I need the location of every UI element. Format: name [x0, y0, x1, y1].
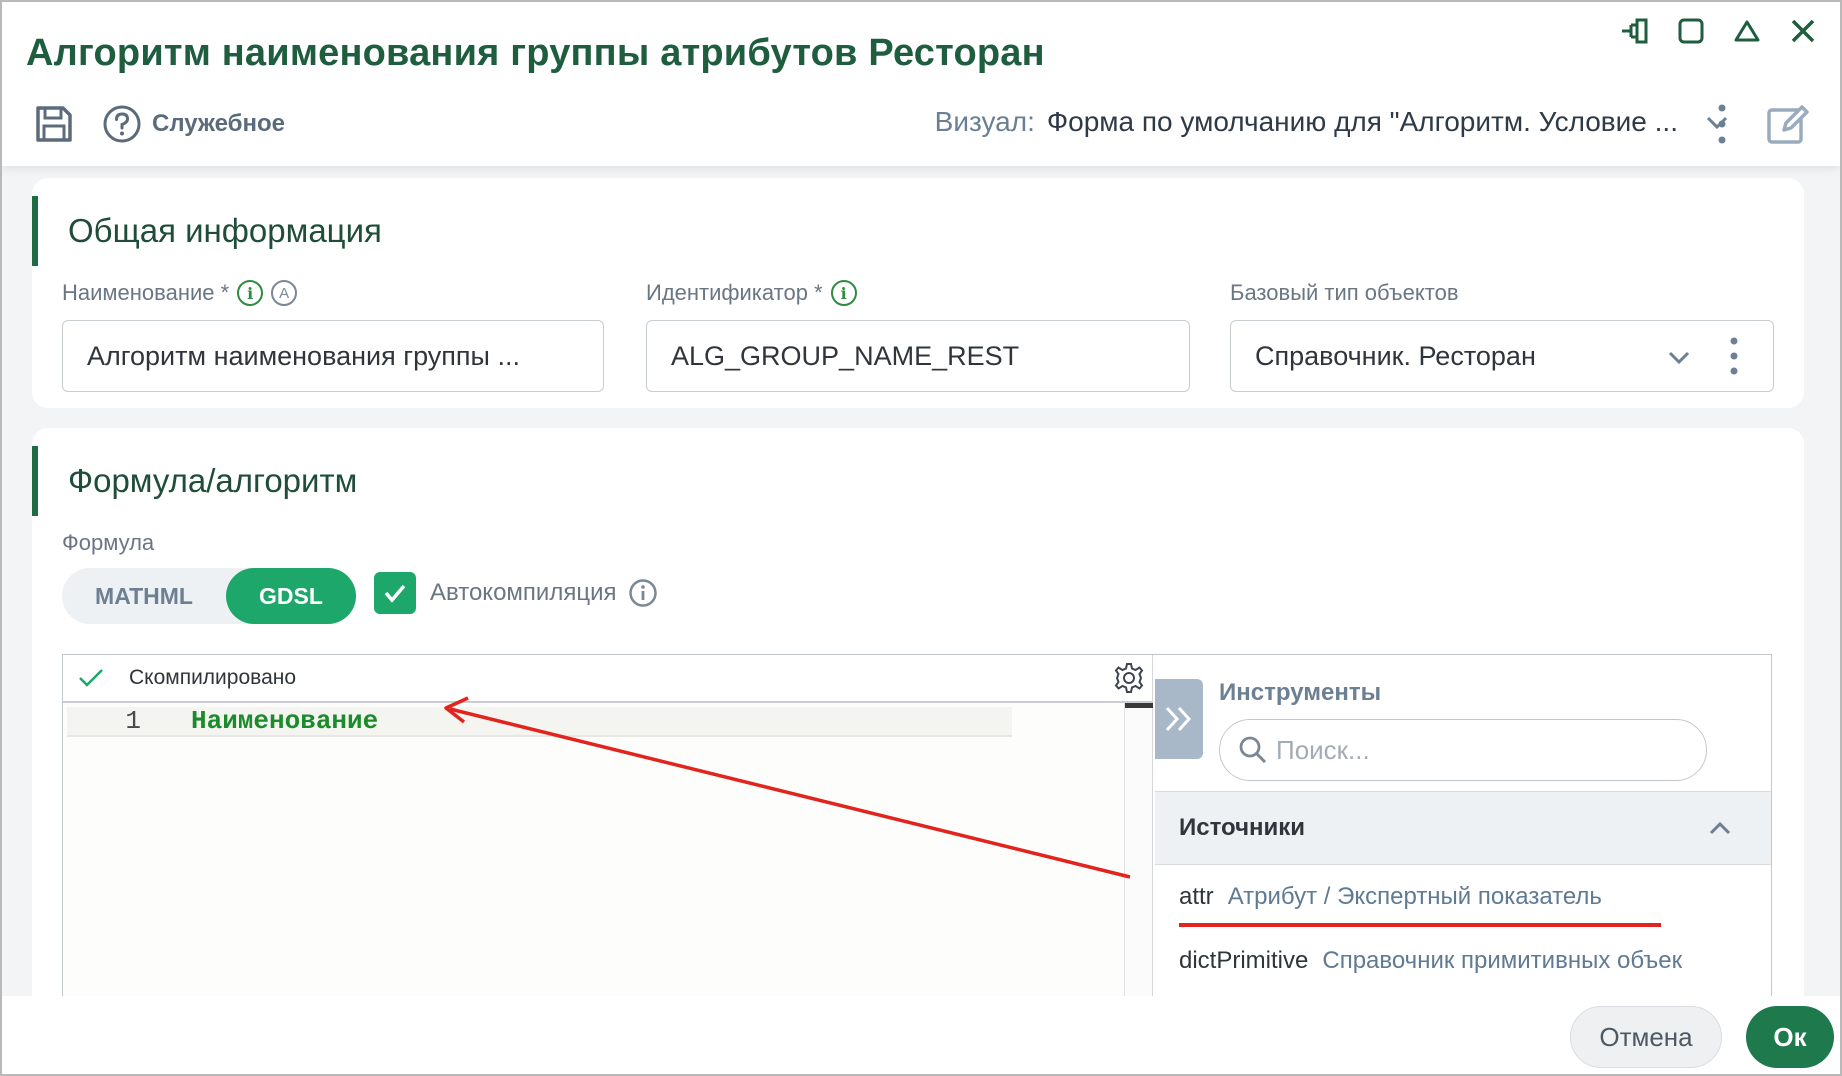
- code-pane: Скомпилировано 1 Наименование: [63, 655, 1153, 1027]
- dialog-body: Общая информация Наименование * i A Алго…: [2, 166, 1840, 1028]
- tools-toggle-button[interactable]: [1155, 679, 1203, 759]
- dock-icon[interactable]: [1618, 14, 1652, 48]
- general-info-card: Общая информация Наименование * i A Алго…: [32, 178, 1804, 408]
- identifier-input[interactable]: ALG_GROUP_NAME_REST: [646, 320, 1190, 392]
- more-options-icon[interactable]: [1712, 102, 1732, 146]
- collapse-icon[interactable]: [1730, 14, 1764, 48]
- edit-form-icon[interactable]: [1764, 100, 1812, 148]
- tools-panel: Инструменты Поиск... Источники attr Атри…: [1155, 655, 1771, 1027]
- double-chevron-right-icon: [1165, 706, 1192, 732]
- service-button[interactable]: Служебное: [102, 104, 285, 144]
- line-number: 1: [125, 706, 141, 736]
- dialog-window: Алгоритм наименования группы атрибутов Р…: [0, 0, 1842, 1076]
- check-icon: [79, 669, 103, 687]
- compile-status: Скомпилировано: [129, 666, 297, 689]
- gear-icon[interactable]: [1112, 661, 1146, 695]
- formula-card: Формула/алгоритм Формула MATHML GDSL Авт…: [32, 428, 1804, 1028]
- info-icon[interactable]: i: [237, 280, 264, 306]
- chevron-up-icon[interactable]: [1707, 816, 1733, 842]
- formula-label: Формула: [62, 530, 155, 555]
- maximize-icon[interactable]: [1674, 14, 1708, 48]
- source-item-attr[interactable]: attr Атрибут / Экспертный показатель: [1179, 883, 1602, 911]
- dialog-title: Алгоритм наименования группы атрибутов Р…: [26, 32, 1045, 74]
- autocompile-label-group: Автокомпиляция: [430, 578, 658, 608]
- service-label: Служебное: [152, 110, 285, 137]
- save-icon[interactable]: [32, 102, 76, 146]
- formula-title: Формула/алгоритм: [32, 446, 357, 516]
- mode-gdsl[interactable]: GDSL: [226, 568, 356, 624]
- toolbar: Служебное: [32, 102, 285, 146]
- source-key: dictPrimitive: [1179, 947, 1309, 974]
- chevron-down-icon: [1668, 351, 1690, 365]
- info-icon[interactable]: i: [830, 280, 857, 306]
- identifier-label: Идентификатор *: [646, 280, 823, 305]
- annotation-underline: [1179, 923, 1661, 927]
- info-icon[interactable]: [628, 578, 658, 608]
- editor-scrollbar[interactable]: [1124, 703, 1153, 1027]
- source-description: Справочник примитивных объек: [1322, 947, 1683, 974]
- cancel-button[interactable]: Отмена: [1570, 1006, 1722, 1068]
- search-placeholder: Поиск...: [1276, 734, 1370, 765]
- visual-label: Визуал:: [934, 106, 1035, 137]
- visual-value: Форма по умолчанию для "Алгоритм. Услови…: [1046, 106, 1678, 137]
- formula-mode-toggle: MATHML GDSL: [62, 568, 356, 624]
- general-info-title: Общая информация: [32, 196, 382, 266]
- compile-status-bar: Скомпилировано: [63, 655, 1152, 703]
- base-type-field: Базовый тип объектов Справочник. Рестора…: [1230, 278, 1774, 392]
- check-icon: [384, 584, 406, 603]
- code-area[interactable]: 1 Наименование: [63, 703, 1123, 1027]
- base-type-label: Базовый тип объектов: [1230, 280, 1459, 305]
- name-input[interactable]: Алгоритм наименования группы ...: [62, 320, 604, 392]
- source-key: attr: [1179, 883, 1214, 910]
- base-type-select[interactable]: Справочник. Ресторан: [1230, 320, 1774, 392]
- help-icon: [103, 105, 141, 143]
- close-icon[interactable]: [1786, 14, 1820, 48]
- formula-editor: Скомпилировано 1 Наименование Инструмент…: [62, 654, 1772, 1028]
- mode-mathml[interactable]: MATHML: [62, 568, 226, 624]
- identifier-field: Идентификатор * i ALG_GROUP_NAME_REST: [646, 278, 1190, 392]
- code-text: Наименование: [191, 706, 379, 736]
- name-field: Наименование * i A Алгоритм наименования…: [62, 278, 604, 392]
- ok-button[interactable]: Ок: [1746, 1006, 1834, 1068]
- dialog-footer: Отмена Ок: [2, 996, 1840, 1074]
- sources-header[interactable]: Источники: [1155, 791, 1771, 865]
- name-label: Наименование *: [62, 280, 230, 305]
- window-controls: [1618, 14, 1820, 48]
- source-item-dictprimitive[interactable]: dictPrimitive Справочник примитивных объ…: [1179, 947, 1682, 975]
- code-line[interactable]: 1 Наименование: [67, 706, 1012, 737]
- base-type-value: Справочник. Ресторан: [1255, 340, 1536, 371]
- auto-a-icon[interactable]: A: [271, 280, 298, 306]
- source-description: Атрибут / Экспертный показатель: [1227, 883, 1602, 910]
- tools-search-input[interactable]: Поиск...: [1219, 719, 1707, 781]
- sources-title: Источники: [1179, 814, 1306, 841]
- visual-selector[interactable]: Визуал: Форма по умолчанию для "Алгоритм…: [935, 106, 1730, 138]
- dialog-header: Алгоритм наименования группы атрибутов Р…: [2, 2, 1840, 166]
- autocompile-checkbox[interactable]: [374, 572, 416, 614]
- search-icon: [1239, 736, 1267, 764]
- autocompile-label: Автокомпиляция: [430, 579, 617, 606]
- more-options-icon[interactable]: [1727, 335, 1741, 377]
- tools-title: Инструменты: [1219, 679, 1382, 706]
